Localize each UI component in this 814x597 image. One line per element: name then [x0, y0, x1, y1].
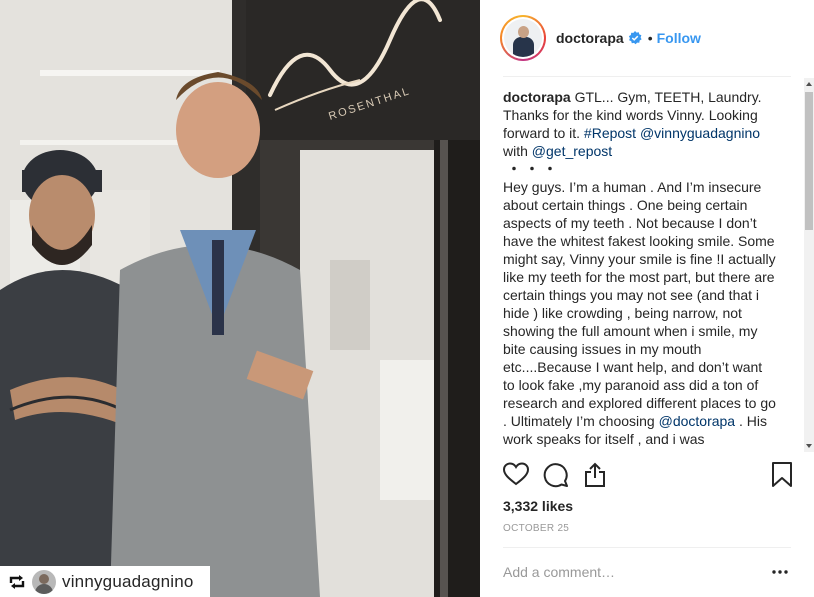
post-photo[interactable]: ROSENTHAL vinnyguadagnino	[0, 0, 480, 597]
post-date[interactable]: OCTOBER 25	[503, 523, 569, 534]
caption-author[interactable]: doctorapa	[503, 89, 571, 105]
header-divider	[503, 76, 791, 77]
action-bar	[502, 462, 793, 492]
repost-icon	[8, 573, 26, 591]
caption-mention[interactable]: @vinnyguadagnino	[640, 125, 760, 141]
comment-input[interactable]	[503, 562, 753, 582]
repost-badge[interactable]: vinnyguadagnino	[0, 566, 210, 597]
caption-body: Hey guys. I’m a human . And I’m insecure…	[503, 179, 776, 429]
repost-avatar	[32, 569, 56, 594]
post-header: doctorapa • Follow	[500, 15, 701, 61]
follow-button[interactable]: Follow	[657, 30, 701, 46]
caption-mention-repost[interactable]: @get_repost	[532, 143, 612, 159]
author-avatar[interactable]	[500, 15, 546, 61]
repost-username[interactable]: vinnyguadagnino	[62, 572, 194, 592]
likes-count[interactable]: 3,332 likes	[503, 498, 573, 514]
heart-icon[interactable]	[502, 462, 531, 490]
caption-dots: ・・・	[507, 161, 561, 177]
post-details-panel: doctorapa • Follow doctorapa GTL... Gym,…	[480, 0, 814, 597]
comment-icon[interactable]	[543, 462, 571, 490]
separator-dot: •	[647, 30, 653, 46]
more-options-icon[interactable]	[770, 564, 790, 580]
caption-with: with	[503, 143, 532, 159]
post-caption: doctorapa GTL... Gym, TEETH, Laundry. Th…	[503, 88, 777, 452]
comment-divider	[503, 547, 791, 548]
share-icon[interactable]	[583, 462, 611, 490]
bookmark-icon[interactable]	[771, 462, 799, 490]
caption-scrollbar[interactable]	[804, 78, 814, 452]
caption-mention-doctor[interactable]: @doctorapa	[659, 413, 735, 429]
scroll-up-arrow-icon[interactable]	[806, 82, 812, 86]
post-photo-illustration: ROSENTHAL	[0, 0, 480, 597]
scroll-down-arrow-icon[interactable]	[806, 444, 812, 448]
author-username[interactable]: doctorapa	[556, 30, 624, 46]
scrollbar-thumb[interactable]	[805, 92, 813, 230]
verified-badge-icon	[628, 31, 642, 45]
caption-hashtag[interactable]: #Repost	[584, 125, 636, 141]
caption-scroll-area[interactable]: doctorapa GTL... Gym, TEETH, Laundry. Th…	[503, 78, 814, 452]
